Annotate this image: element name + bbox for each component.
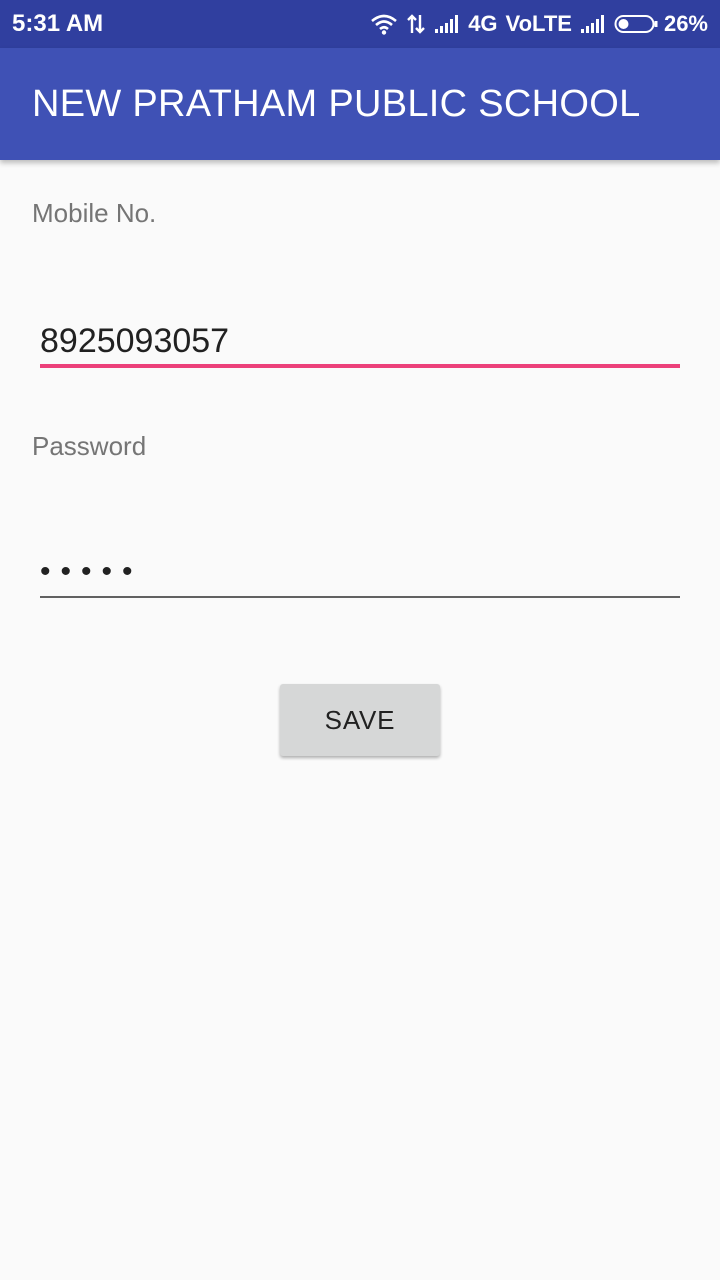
password-label: Password <box>32 431 147 461</box>
app-title: NEW PRATHAM PUBLIC SCHOOL <box>32 82 641 125</box>
battery-percent: 26% <box>663 11 708 36</box>
app-bar: NEW PRATHAM PUBLIC SCHOOL <box>0 48 720 160</box>
save-button[interactable]: SAVE <box>280 684 440 756</box>
password-input[interactable] <box>40 548 680 598</box>
battery-indicator: 26% <box>614 11 708 37</box>
mobile-input[interactable] <box>40 318 680 368</box>
network-type: 4G <box>468 11 498 36</box>
battery-icon <box>614 14 658 34</box>
volte-label: VoLTE <box>505 11 572 36</box>
status-bar: 5:31 AM 4G VoLTE 26% <box>0 0 720 48</box>
status-time: 5:31 AM <box>12 10 104 37</box>
data-transfer-icon <box>406 13 426 35</box>
signal-icon <box>580 14 606 34</box>
status-icons: 4G VoLTE 26% <box>370 11 708 37</box>
mobile-label: Mobile No. <box>32 198 157 228</box>
wifi-icon <box>370 13 398 35</box>
login-screen: 5:31 AM 4G VoLTE 26% NEW PRATHAM PUBLIC … <box>0 0 720 1280</box>
signal-icon <box>434 14 460 34</box>
